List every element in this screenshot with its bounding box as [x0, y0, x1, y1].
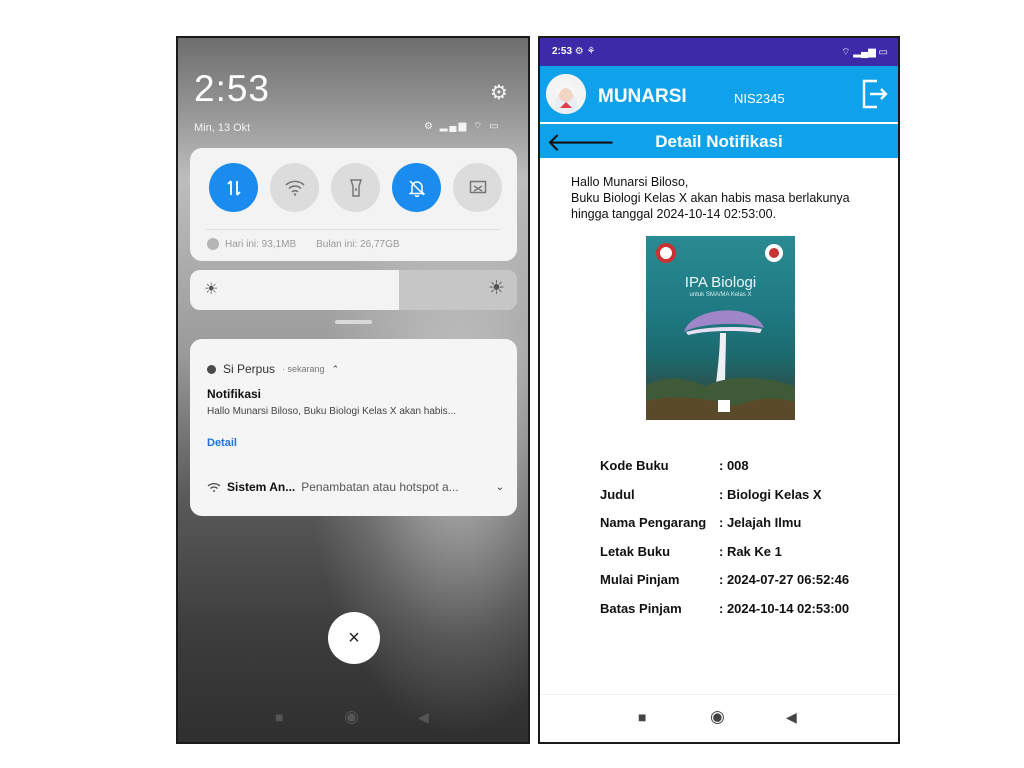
page-title: Detail Notifikasi — [655, 132, 783, 151]
detail-row: Judul : Biologi Kelas X — [600, 487, 849, 516]
chevron-down-icon[interactable]: ⌄ — [496, 482, 504, 493]
secondary-notification[interactable]: Sistem An... Penambatan atau hotspot a..… — [207, 480, 504, 494]
clear-all-button[interactable]: × — [328, 612, 380, 664]
hotspot-wifi-icon — [207, 483, 221, 492]
notification-time: · sekarang — [282, 364, 325, 374]
detail-value: : 2024-10-14 02:53:00 — [719, 600, 850, 616]
home-circle-icon[interactable]: ◉ — [344, 707, 359, 727]
title-bar: 🡐 Detail Notifikasi — [540, 124, 898, 158]
home-circle-icon[interactable]: ◉ — [710, 707, 725, 727]
user-avatar[interactable] — [546, 74, 586, 114]
quick-settings-panel: Hari ini: 93,1MB Bulan ini: 26,77GB — [190, 148, 517, 261]
recents-square-icon[interactable]: ■ — [638, 709, 646, 725]
signal-icon: ▂▄▆ — [853, 47, 876, 58]
detail-label: Kode Buku — [600, 458, 669, 473]
brightness-low-icon: ☀ — [204, 281, 219, 298]
book-cover-title: IPA Biologi — [684, 274, 757, 291]
notification-card[interactable]: Si Perpus · sekarang ⌃ Notifikasi Hallo … — [190, 339, 517, 516]
date: Min, 13 Okt — [194, 122, 251, 134]
status-bar: 2:53 ⚙ ⚘ ⌔ ▂▄▆ ▭ — [540, 38, 898, 66]
detail-row: Letak Buku : Rak Ke 1 — [600, 544, 849, 573]
expand-up-icon[interactable]: ⌃ — [332, 364, 340, 375]
status-time-text: 2:53 — [552, 46, 573, 57]
status-wifi-icon: ⌔ — [841, 47, 851, 58]
detail-row: Mulai Pinjam : 2024-07-27 06:52:46 — [600, 572, 849, 601]
notification-app-name: Si Perpus — [223, 362, 276, 376]
wifi-icon[interactable] — [270, 163, 319, 212]
notification-body: Hallo Munarsi Biloso, Buku Biologi Kelas… — [207, 406, 457, 417]
data-transfer-icon[interactable] — [209, 163, 258, 212]
detail-label: Mulai Pinjam — [600, 572, 680, 587]
notification-app: Si Perpus · sekarang ⌃ — [207, 362, 339, 376]
secondary-notification-title: Sistem An... — [227, 480, 296, 494]
flashlight-icon[interactable] — [331, 163, 380, 212]
navigation-bar: ■ ◉ ◀ — [178, 694, 528, 742]
usage-today: Hari ini: 93,1MB — [225, 238, 297, 250]
message-line-3: hingga tanggal 2024-10-14 02:53:00. — [571, 207, 777, 221]
recents-square-icon[interactable]: ■ — [275, 709, 283, 725]
detail-value: : Biologi Kelas X — [719, 486, 822, 502]
detail-label: Letak Buku — [600, 543, 671, 559]
brightness-slider[interactable]: ☀ ☀ — [190, 270, 517, 310]
detail-row: Nama Pengarang : Jelajah Ilmu — [600, 515, 849, 544]
message-line-1: Hallo Munarsi Biloso, — [571, 175, 689, 189]
back-triangle-icon[interactable]: ◀ — [786, 709, 797, 726]
notification-shade-screen: 2:53 Min, 13 Okt ⚙ ⚙ ▂▄▆ ⌔ ▭ Hari ini: 9… — [176, 36, 530, 744]
detail-row: Kode Buku : 008 — [600, 458, 849, 487]
quick-settings-toggles — [209, 163, 502, 212]
detail-value: : 2024-07-27 06:52:46 — [719, 572, 850, 587]
usage-month: Bulan ini: 26,77GB — [316, 238, 400, 250]
status-gear-icon: ⚙ — [574, 46, 584, 57]
mute-bell-icon[interactable] — [392, 163, 441, 212]
book-cover-subtitle: untuk SMA/MA Kelas X — [689, 292, 752, 298]
clock: 2:53 — [194, 68, 271, 109]
notification-title: Notifikasi — [207, 387, 262, 401]
detail-value: : Rak Ke 1 — [719, 543, 782, 559]
logout-icon[interactable] — [860, 79, 888, 109]
status-right-icons: ⌔ ▂▄▆ ▭ — [841, 46, 888, 59]
screenshot-icon[interactable] — [453, 163, 502, 212]
battery-icon: ▭ — [878, 47, 888, 58]
message-line-2: Buku Biologi Kelas X akan habis masa ber… — [571, 191, 850, 205]
app-icon — [207, 364, 216, 374]
divider — [206, 229, 501, 230]
brightness-high-icon: ☀ — [487, 278, 505, 299]
app-header: MUNARSI NIS2345 — [540, 66, 898, 122]
notification-detail-button[interactable]: Detail — [207, 437, 237, 449]
book-detail-table: Kode Buku : 008 Judul : Biologi Kelas X … — [600, 458, 849, 629]
notification-message: Hallo Munarsi Biloso, Buku Biologi Kelas… — [571, 174, 896, 222]
detail-value: : 008 — [719, 458, 749, 473]
navigation-bar: ■ ◉ ◀ — [540, 694, 898, 742]
user-nis: NIS2345 — [734, 91, 785, 106]
status-icons: ⚙ ▂▄▆ ⌔ ▭ — [424, 121, 501, 132]
secondary-notification-text: Penambatan atau hotspot a... — [301, 480, 459, 494]
detail-label: Judul — [600, 486, 635, 502]
status-app-icon: ⚘ — [586, 46, 596, 57]
status-time: 2:53 ⚙ ⚘ — [552, 46, 596, 57]
detail-label: Nama Pengarang — [600, 515, 707, 530]
user-name: MUNARSI — [598, 86, 687, 107]
detail-value: : Jelajah Ilmu — [719, 515, 802, 530]
data-usage: Hari ini: 93,1MB Bulan ini: 26,77GB — [207, 238, 400, 250]
data-usage-icon — [207, 238, 219, 250]
book-cover-image: IPA Biologi untuk SMA/MA Kelas X — [646, 236, 795, 420]
detail-label: Batas Pinjam — [600, 600, 682, 616]
back-triangle-icon[interactable]: ◀ — [418, 709, 429, 726]
detail-row: Batas Pinjam : 2024-10-14 02:53:00 — [600, 601, 849, 630]
settings-gear-icon[interactable]: ⚙ — [488, 82, 510, 104]
drag-handle[interactable] — [335, 320, 372, 324]
detail-notification-screen: 2:53 ⚙ ⚘ ⌔ ▂▄▆ ▭ MUNARSI NIS2345 🡐 Detai… — [538, 36, 900, 744]
